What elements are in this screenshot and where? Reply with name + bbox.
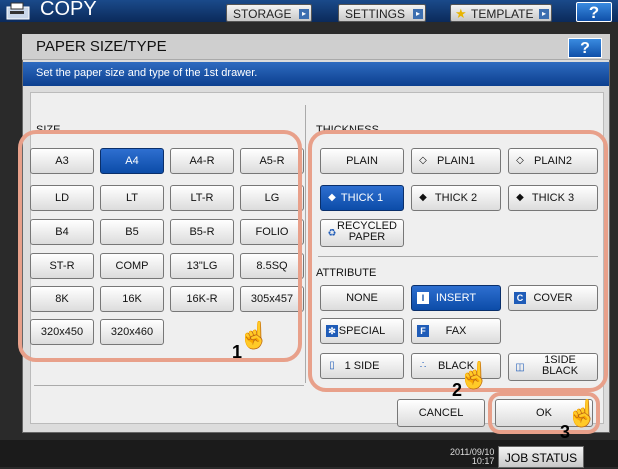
message-text: Set the paper size and type of the 1st d… — [36, 67, 258, 79]
divider — [34, 385, 304, 386]
storage-label: STORAGE — [233, 7, 292, 21]
chevron-right-icon: ▸ — [539, 9, 549, 19]
divider — [305, 105, 306, 383]
template-button[interactable]: ★ TEMPLATE ▸ — [450, 4, 552, 22]
time: 10:17 — [471, 456, 495, 466]
star-icon: ★ — [455, 6, 467, 21]
step-number: 1 — [232, 342, 243, 362]
step-number: 2 — [452, 380, 463, 400]
pointing-hand-icon: ☝ — [458, 360, 491, 390]
help-button[interactable]: ? — [576, 2, 612, 22]
date-time: 2011/09/10 10:17 — [450, 448, 494, 466]
pointing-hand-icon: ☝ — [566, 398, 599, 428]
app-title: COPY — [40, 0, 97, 20]
highlight-outline — [308, 130, 608, 392]
chevron-right-icon: ▸ — [413, 9, 423, 19]
cancel-button[interactable]: CANCEL — [397, 399, 485, 427]
settings-label: SETTINGS — [345, 7, 406, 21]
copy-icon — [6, 2, 32, 20]
chevron-right-icon: ▸ — [299, 9, 309, 19]
step-number: 3 — [560, 422, 571, 442]
settings-button[interactable]: SETTINGS ▸ — [338, 4, 426, 22]
template-label: TEMPLATE — [471, 7, 534, 21]
storage-button[interactable]: STORAGE ▸ — [226, 4, 312, 22]
job-status-button[interactable]: JOB STATUS — [498, 446, 584, 468]
dialog-title: PAPER SIZE/TYPE — [36, 38, 167, 55]
dialog-help-button[interactable]: ? — [568, 38, 602, 58]
pointing-hand-icon: ☝ — [238, 320, 271, 350]
